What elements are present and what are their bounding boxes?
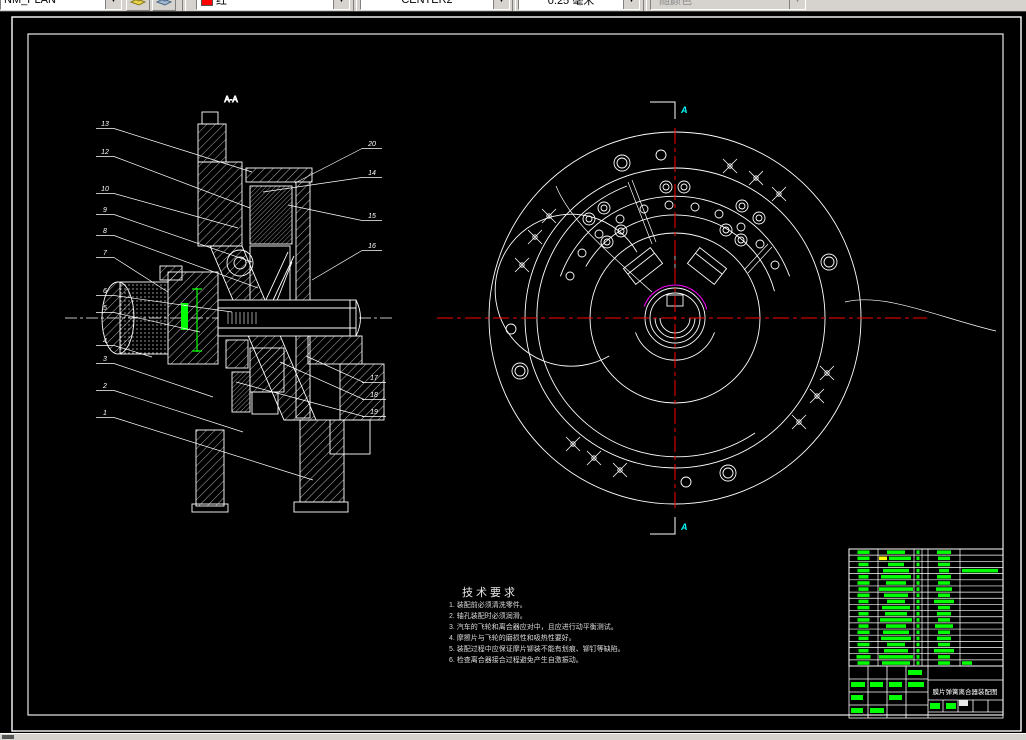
tech-item: 4. 摩擦片与飞轮的磨损性和吸热性要好。 (449, 633, 576, 642)
part-callout: 2 (102, 383, 107, 390)
tech-requirements-title: 技术要求 (462, 586, 518, 599)
chevron-down-icon: ▼ (789, 0, 805, 9)
part-callout: 18 (370, 392, 378, 399)
tech-item: 3. 汽车的飞轮和离合器应对中，且应进行动平衡测试。 (449, 622, 618, 631)
part-callout: 3 (103, 356, 107, 363)
tech-item: 6. 检查离合器接合过程避免产生自激振动。 (449, 655, 583, 664)
section-mark-top: A (680, 105, 688, 115)
section-mark-bottom: A (680, 522, 688, 532)
chevron-down-icon[interactable]: ▼ (333, 0, 349, 9)
technical-requirements: 技术要求 1. 装配前必须清洗零件。 2. 轴孔装配时必须润滑。 3. 汽车的飞… (449, 586, 625, 664)
part-callout: 1 (103, 410, 107, 417)
lineweight-dropdown-value: 0.25 毫米 (547, 0, 595, 7)
part-callout: 5 (103, 305, 107, 312)
layer-dropdown-value: NM_PLAN (4, 0, 56, 6)
layers-stack-icon (155, 0, 173, 6)
plotstyle-dropdown: 随颜色 ▼ (650, 0, 806, 10)
chevron-down-icon[interactable]: ▼ (105, 0, 121, 9)
toolbar-separator (353, 0, 357, 11)
bom-parts-table (848, 548, 1004, 667)
layer-dropdown[interactable]: NM_PLAN ▼ (0, 0, 122, 10)
linetype-dropdown-value: CENTER2 (401, 0, 453, 6)
part-callout: 4 (103, 338, 107, 345)
part-callout: 16 (368, 243, 376, 250)
color-dropdown[interactable]: 红 ▼ (196, 0, 350, 10)
linetype-dropdown[interactable]: CENTER2 ▼ (360, 0, 510, 10)
tech-item: 2. 轴孔装配时必须润滑。 (449, 611, 527, 620)
color-swatch-red (201, 0, 213, 6)
lineweight-dropdown[interactable]: 0.25 毫米 ▼ (518, 0, 640, 10)
part-callout: 12 (101, 149, 109, 156)
part-callout: 9 (103, 207, 107, 214)
toolbar-separator (643, 0, 647, 11)
section-view-title: A-A (224, 95, 238, 104)
drawing-title: 膜片弹簧离合器装配图 (933, 687, 998, 696)
tech-item: 5. 装配过程中应保证摩片铆装不能有划痕、铆钉等缺陷。 (449, 644, 625, 653)
part-callout: 17 (370, 375, 379, 382)
title-block-white-cell (959, 700, 968, 706)
part-callout: 15 (368, 213, 376, 220)
layer-properties-icon (129, 0, 147, 6)
section-view: A-A (65, 95, 392, 513)
part-callout: 10 (101, 186, 109, 193)
color-dropdown-value: 红 (216, 0, 227, 7)
part-callout: 20 (367, 141, 376, 148)
toolbar-separator (182, 0, 186, 11)
cad-viewport[interactable]: A-A 13 12 10 9 8 7 6 5 4 3 2 1 20 14 15 … (0, 0, 1026, 739)
toolbar-separator (512, 0, 516, 11)
part-callout: 7 (103, 250, 108, 257)
tech-item: 1. 装配前必须清洗零件。 (449, 600, 527, 609)
title-block: 膜片弹簧离合器装配图 (848, 665, 1004, 719)
part-callout: 13 (101, 121, 109, 128)
command-line-icon[interactable] (2, 735, 14, 739)
plotstyle-dropdown-value: 随颜色 (659, 0, 692, 7)
top-toolbar: NM_PLAN ▼ 红 ▼ CENTER2 ▼ 0.25 毫米 ▼ 随颜色 ▼ (0, 0, 1026, 12)
part-callout: 14 (368, 170, 376, 177)
chevron-down-icon[interactable]: ▼ (623, 0, 639, 9)
part-callout: 8 (103, 228, 107, 235)
part-callout: 6 (103, 288, 107, 295)
chevron-down-icon[interactable]: ▼ (493, 0, 509, 9)
layer-properties-button[interactable] (126, 0, 150, 11)
part-callout: 19 (370, 409, 378, 416)
make-layer-current-button[interactable] (152, 0, 176, 11)
